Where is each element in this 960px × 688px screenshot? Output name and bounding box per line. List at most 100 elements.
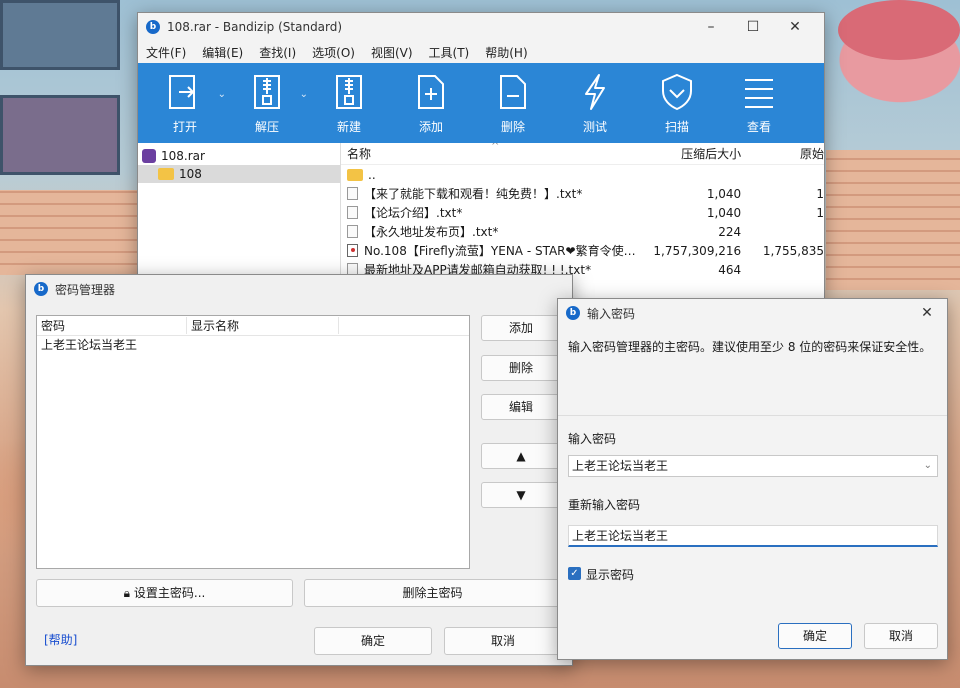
rar-archive-icon: [142, 149, 156, 163]
toolbar-view-button[interactable]: 查看: [718, 63, 800, 143]
extract-icon: [254, 74, 280, 109]
file-name: 【论坛介绍】.txt*: [364, 206, 463, 220]
file-list-header: ^ 名称 压缩后大小 原始: [341, 143, 824, 165]
toolbar: 打开 ⌄ 解压 ⌄ 新建 添加 删除 测试 扫描 查看: [138, 63, 824, 143]
minimize-button[interactable]: –: [690, 19, 732, 35]
background-flowers: [838, 0, 960, 60]
toolbar-extract-button[interactable]: 解压 ⌄: [226, 63, 308, 143]
repeat-password-input[interactable]: 上老王论坛当老王: [568, 525, 938, 547]
text-file-icon: [347, 206, 358, 219]
pwd-cancel-button[interactable]: 取消: [864, 623, 938, 649]
toolbar-delete-label: 删除: [500, 119, 525, 134]
password-row[interactable]: 上老王论坛当老王: [37, 336, 469, 354]
open-icon: [169, 74, 195, 109]
file-packed: 1,757,309,216: [653, 243, 742, 258]
menu-file[interactable]: 文件(F): [146, 44, 186, 61]
toolbar-new-button[interactable]: 新建: [308, 63, 390, 143]
pwd-ok-button[interactable]: 确定: [778, 623, 852, 649]
menu-bar: 文件(F) 编辑(E) 查找(I) 选项(O) 视图(V) 工具(T) 帮助(H…: [138, 41, 824, 63]
toolbar-extract-label: 解压: [254, 119, 279, 134]
pwd-titlebar: b 输入密码 ✕: [558, 299, 947, 327]
pwd-title: 输入密码: [587, 306, 636, 321]
maximize-button[interactable]: ☐: [732, 19, 774, 35]
menu-options[interactable]: 选项(O): [312, 44, 355, 61]
text-file-icon: [347, 187, 358, 200]
delete-master-password-button[interactable]: 删除主密码: [304, 579, 561, 607]
column-packed-size[interactable]: 压缩后大小: [645, 145, 746, 162]
password-value: 上老王论坛当老王: [572, 459, 669, 473]
column-password[interactable]: 密码: [37, 317, 187, 334]
chevron-down-icon[interactable]: ⌄: [924, 456, 932, 476]
tree-folder-label: 108: [179, 167, 202, 181]
pwm-ok-button[interactable]: 确定: [314, 627, 432, 655]
toolbar-test-button[interactable]: 测试: [554, 63, 636, 143]
chevron-down-icon[interactable]: ⌄: [218, 89, 226, 100]
file-row[interactable]: 【永久地址发布页】.txt* 224: [341, 222, 824, 241]
menu-tools[interactable]: 工具(T): [429, 44, 470, 61]
menu-view[interactable]: 视图(V): [371, 44, 413, 61]
delete-password-button[interactable]: 删除: [481, 355, 561, 381]
new-archive-icon: [336, 74, 362, 109]
background-brick-wall: [0, 190, 137, 275]
add-password-button[interactable]: 添加: [481, 315, 561, 341]
password-combobox[interactable]: 上老王论坛当老王 ⌄: [568, 455, 938, 477]
background-books: [0, 95, 120, 175]
file-name: 【来了就能下载和观看！纯免费！】.txt*: [364, 187, 583, 201]
file-row[interactable]: 【论坛介绍】.txt* 1,040 1: [341, 203, 824, 222]
column-display-name[interactable]: 显示名称: [187, 317, 339, 334]
bandizip-logo-icon: b: [566, 306, 580, 320]
toolbar-test-label: 测试: [582, 119, 607, 134]
toolbar-open-label: 打开: [172, 119, 197, 134]
toolbar-open-button[interactable]: 打开 ⌄: [144, 63, 226, 143]
video-file-icon: [347, 244, 358, 257]
menu-help[interactable]: 帮助(H): [485, 44, 527, 61]
move-up-button[interactable]: ▲: [481, 443, 561, 469]
tree-item-folder[interactable]: 108: [138, 165, 340, 183]
chevron-down-icon[interactable]: ⌄: [300, 89, 308, 100]
file-original: 1: [816, 186, 824, 201]
toolbar-add-label: 添加: [418, 119, 443, 134]
file-row[interactable]: 【来了就能下载和观看！纯免费！】.txt* 1,040 1: [341, 184, 824, 203]
edit-password-button[interactable]: 编辑: [481, 394, 561, 420]
folder-up-icon: [347, 168, 363, 181]
password-manager-dialog: b 密码管理器 密码 显示名称 上老王论坛当老王 添加 删除 编辑 ▲ ▼ 🔒︎…: [25, 274, 573, 666]
pwd-description: 输入密码管理器的主密码。建议使用至少 8 位的密码来保证安全性。: [568, 340, 932, 354]
move-down-button[interactable]: ▼: [481, 482, 561, 508]
toolbar-scan-label: 扫描: [664, 119, 689, 134]
pwm-titlebar: b 密码管理器: [26, 275, 572, 303]
tree-item-archive[interactable]: 108.rar: [138, 147, 340, 165]
file-row[interactable]: No.108【Firefly流萤】YENA - STAR❤繁育令使… 1,757…: [341, 241, 824, 260]
close-button[interactable]: ✕: [915, 305, 939, 321]
toolbar-add-button[interactable]: 添加: [390, 63, 472, 143]
test-icon: [585, 73, 605, 110]
background-shelf: [0, 0, 120, 70]
bandizip-main-window: b 108.rar - Bandizip (Standard) – ☐ ✕ 文件…: [137, 12, 825, 302]
repeat-password-label: 重新输入密码: [568, 498, 641, 512]
add-file-icon: [418, 74, 444, 109]
menu-find[interactable]: 查找(I): [259, 44, 296, 61]
help-link[interactable]: [帮助]: [44, 631, 77, 648]
password-list[interactable]: 密码 显示名称 上老王论坛当老王: [36, 315, 470, 569]
file-packed: 464: [718, 262, 742, 277]
file-name: ..: [368, 167, 376, 182]
toolbar-view-label: 查看: [746, 119, 771, 134]
toolbar-scan-button[interactable]: 扫描: [636, 63, 718, 143]
file-original: 1: [816, 205, 824, 220]
close-button[interactable]: ✕: [774, 19, 816, 35]
toolbar-delete-button[interactable]: 删除: [472, 63, 554, 143]
pwm-cancel-button[interactable]: 取消: [444, 627, 562, 655]
text-file-icon: [347, 225, 358, 238]
file-packed: 224: [718, 224, 742, 239]
password-list-header: 密码 显示名称: [37, 316, 469, 336]
menu-edit[interactable]: 编辑(E): [202, 44, 243, 61]
file-row[interactable]: ..: [341, 165, 824, 184]
sort-arrow-icon: ^: [491, 143, 500, 152]
file-name: No.108【Firefly流萤】YENA - STAR❤繁育令使…: [364, 244, 636, 258]
set-master-password-button[interactable]: 🔒︎ 设置主密码...: [36, 579, 293, 607]
toolbar-new-label: 新建: [336, 119, 361, 134]
file-packed: 1,040: [706, 205, 742, 220]
show-password-checkbox[interactable]: ✓: [568, 567, 581, 580]
file-name: 【永久地址发布页】.txt*: [364, 225, 499, 239]
column-original-size[interactable]: 原始: [745, 145, 824, 162]
lock-icon: 🔒︎: [123, 586, 131, 600]
